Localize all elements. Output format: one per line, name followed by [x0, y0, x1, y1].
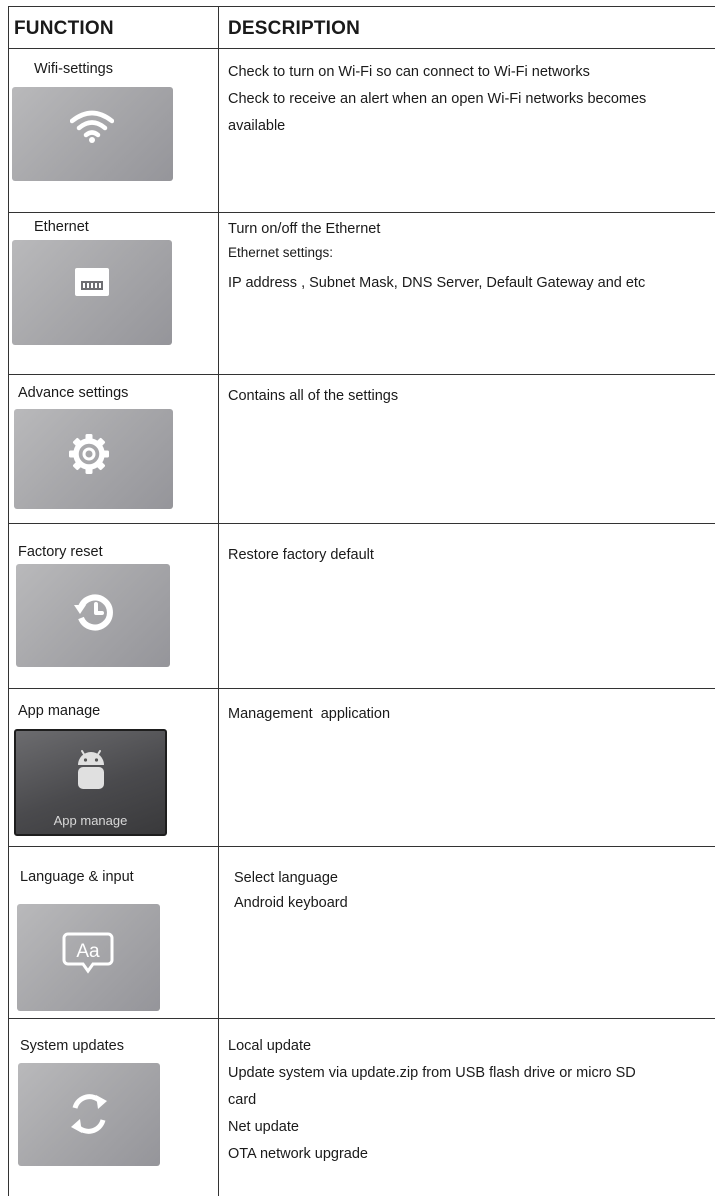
system-updates-tile — [18, 1063, 160, 1166]
function-label-language-input: Language & input — [20, 869, 134, 885]
function-label-wifi: Wifi-settings — [34, 61, 113, 77]
restore-clock-icon — [74, 594, 113, 631]
row-divider — [8, 1018, 715, 1019]
row-divider — [8, 374, 715, 375]
function-label-advance-settings: Advance settings — [18, 385, 129, 401]
header-divider — [8, 48, 715, 49]
column-divider — [218, 6, 219, 1196]
description-column-header: DESCRIPTION — [228, 18, 361, 39]
description-wifi: Check to turn on Wi-Fi so can connect to… — [228, 64, 647, 134]
table-border-left — [8, 6, 9, 1196]
description-system-updates: Local update Update system via update.zi… — [228, 1038, 636, 1162]
function-column-header: FUNCTION — [14, 18, 114, 39]
refresh-icon — [71, 1094, 107, 1134]
description-advance-settings: Contains all of the settings — [228, 388, 399, 404]
factory-reset-tile — [16, 564, 170, 667]
advance-settings-tile — [14, 409, 173, 509]
function-label-ethernet: Ethernet — [34, 219, 89, 235]
ethernet-tile — [12, 240, 172, 345]
row-divider — [8, 212, 715, 213]
ethernet-port-icon — [75, 268, 109, 296]
android-icon — [78, 750, 104, 789]
function-label-factory-reset: Factory reset — [18, 544, 103, 560]
row-divider — [8, 523, 715, 524]
row-divider — [8, 688, 715, 689]
table-border-top — [8, 6, 715, 7]
function-label-system-updates: System updates — [20, 1038, 124, 1054]
description-factory-reset: Restore factory default — [228, 547, 374, 563]
app-manage-tile: App manage — [14, 729, 167, 836]
app-manage-tile-caption: App manage — [53, 813, 128, 828]
gear-icon — [69, 434, 109, 474]
description-ethernet: Turn on/off the Ethernet Ethernet settin… — [228, 221, 646, 291]
language-aa-icon: Aa — [62, 932, 114, 974]
description-language-input: Select language Android keyboard — [234, 870, 348, 911]
function-table: FUNCTION DESCRIPTION Wifi-settings Check… — [0, 0, 715, 1196]
function-label-app-manage: App manage — [18, 703, 101, 719]
wifi-settings-tile — [12, 87, 173, 181]
wifi-icon — [70, 110, 114, 143]
language-input-tile: Aa — [17, 904, 160, 1011]
row-divider — [8, 846, 715, 847]
svg-text:Aa: Aa — [76, 941, 100, 962]
description-app-manage: Management application — [228, 706, 391, 722]
